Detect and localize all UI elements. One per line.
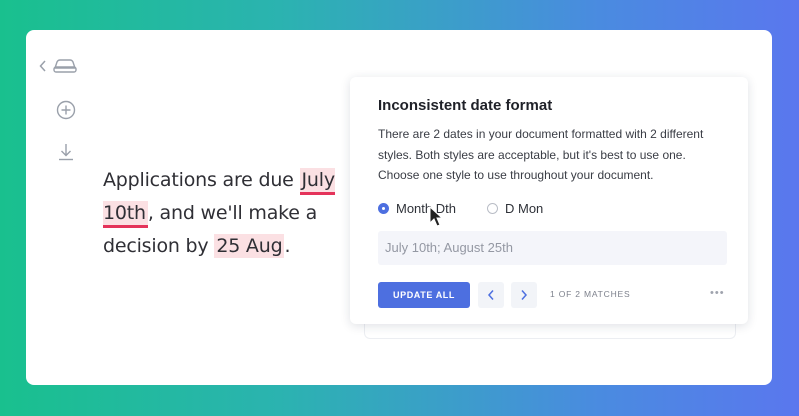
previous-match-button[interactable]: [478, 282, 504, 308]
download-icon[interactable]: [56, 142, 76, 162]
radio-unselected-icon[interactable]: [487, 203, 498, 214]
match-counter: 1 OF 2 MATCHES: [550, 289, 631, 299]
option-d-mon[interactable]: D Mon: [487, 201, 543, 216]
mouse-pointer-icon: [429, 205, 444, 233]
description-line: There are 2 dates in your document forma…: [378, 127, 704, 141]
option-month-dth[interactable]: Month Dth: [378, 201, 456, 216]
back-chevron-icon[interactable]: [39, 59, 47, 73]
next-match-button[interactable]: [511, 282, 537, 308]
description-line: styles. Both styles are acceptable, but …: [378, 147, 686, 162]
format-preview: July 10th; August 25th: [378, 231, 727, 265]
radio-selected-icon[interactable]: [378, 203, 389, 214]
doc-text-segment: Applications are due: [103, 169, 300, 191]
more-options-icon[interactable]: •••: [710, 287, 725, 299]
chevron-right-icon: [521, 290, 528, 300]
update-all-button[interactable]: UPDATE ALL: [378, 282, 470, 308]
doc-text-segment: .: [284, 235, 291, 257]
option-label: Month Dth: [396, 201, 456, 216]
add-circle-icon[interactable]: [56, 100, 76, 120]
flagged-date[interactable]: 25 Aug: [214, 234, 285, 258]
car-icon[interactable]: [52, 58, 78, 74]
suggestion-title: Inconsistent date format: [378, 97, 553, 114]
suggestion-description: There are 2 dates in your document forma…: [378, 124, 728, 186]
chevron-left-icon: [487, 290, 494, 300]
suggestion-card: Inconsistent date format There are 2 dat…: [350, 77, 748, 324]
editor-card: Applications are due July 10th, and we'l…: [26, 30, 772, 385]
description-line: Choose one style to use throughout your …: [378, 168, 654, 182]
option-label: D Mon: [505, 201, 544, 216]
document-text[interactable]: Applications are due July 10th, and we'l…: [103, 164, 343, 263]
